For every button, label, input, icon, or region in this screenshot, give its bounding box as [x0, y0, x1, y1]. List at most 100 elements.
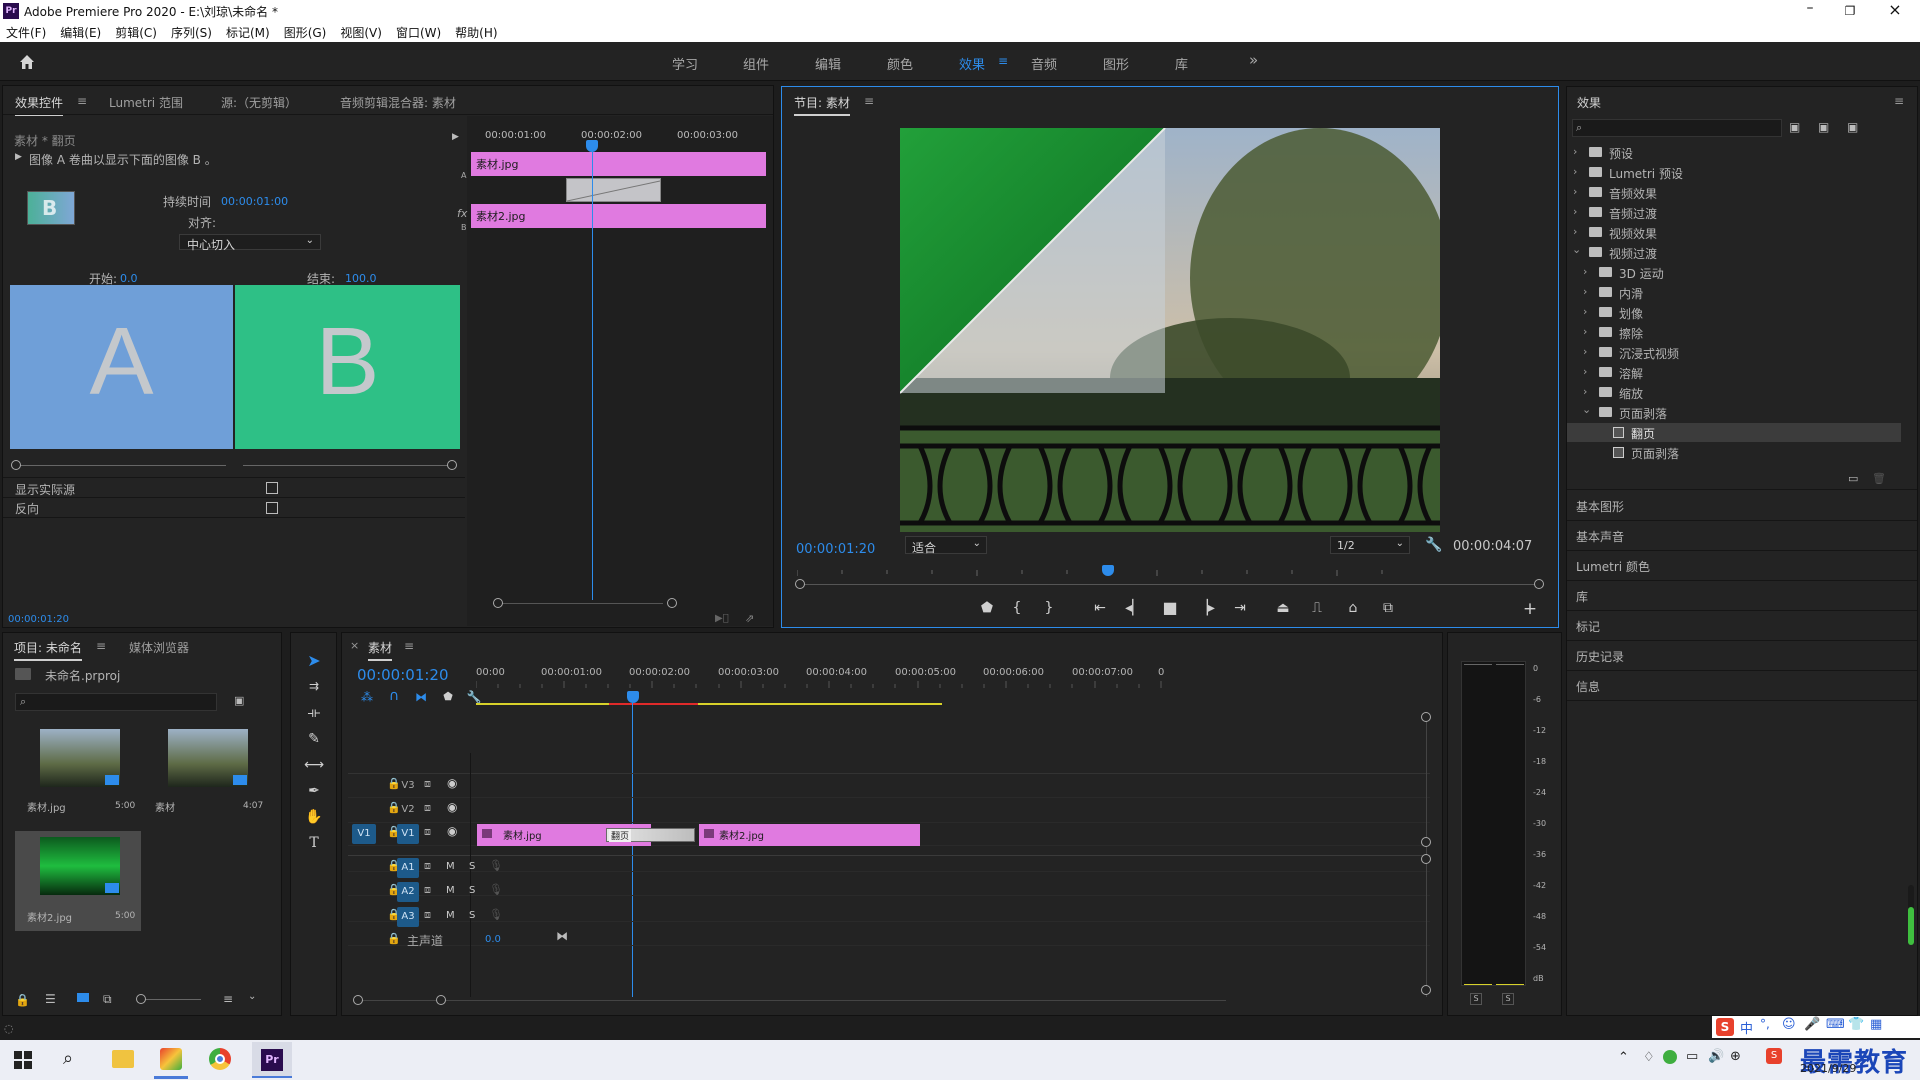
ime-keyboard-icon[interactable]: ⌨	[1826, 1017, 1845, 1032]
section-info[interactable]: 信息	[1576, 678, 1600, 695]
mini-zoom-left-handle[interactable]	[493, 598, 503, 608]
start-slider-handle[interactable]	[11, 460, 21, 470]
linked-selection-icon[interactable]: ⧓	[413, 690, 429, 704]
workspace-tab-learn[interactable]: 学习	[672, 54, 698, 73]
timeline-playhead[interactable]	[627, 691, 639, 703]
vscroll-audio-top-handle[interactable]	[1421, 854, 1431, 864]
add-marker-icon[interactable]: ⬟	[440, 690, 456, 703]
solo-left-button[interactable]: S	[1470, 993, 1482, 1005]
solo-button[interactable]: S	[469, 885, 475, 896]
slip-tool-icon[interactable]: ⟷	[304, 757, 324, 773]
windows-start-icon[interactable]	[14, 1051, 32, 1069]
program-timecode[interactable]: 00:00:01:20	[796, 542, 875, 557]
program-zoom-left-handle[interactable]	[795, 579, 805, 589]
lock-icon[interactable]: 🔒	[387, 932, 401, 945]
delete-icon[interactable]: 🗑	[1872, 472, 1886, 485]
hscroll-left-handle[interactable]	[353, 995, 363, 1005]
eye-icon[interactable]: ◉	[447, 800, 457, 814]
eye-icon[interactable]: ◉	[447, 824, 457, 838]
show-actual-sources-checkbox[interactable]	[266, 482, 278, 494]
share-icon[interactable]: ⇗	[745, 612, 754, 625]
section-lumetri-color[interactable]: Lumetri 颜色	[1576, 558, 1650, 575]
track-a2-label[interactable]: A2	[397, 882, 419, 902]
project-menu-icon[interactable]: ≡	[96, 639, 106, 653]
mark-out-icon[interactable]: }	[1042, 600, 1056, 616]
tray-360-icon[interactable]	[1663, 1050, 1677, 1064]
workspace-menu-icon[interactable]: ≡	[998, 54, 1008, 68]
expand-preview-icon[interactable]: ▶	[15, 152, 22, 162]
tree-item-page-turn[interactable]: 翻页	[1567, 423, 1901, 442]
app-store-icon[interactable]	[160, 1048, 182, 1070]
resolution-select[interactable]: 1/2 ⌄	[1330, 536, 1410, 554]
menu-file[interactable]: 文件(F)	[6, 24, 46, 41]
close-tab-icon[interactable]: ×	[350, 639, 359, 652]
mute-button[interactable]: M	[446, 910, 455, 921]
tab-source[interactable]: 源:（无剪辑）	[221, 94, 297, 111]
sync-lock-icon[interactable]: ⧈	[424, 801, 431, 815]
reverse-checkbox[interactable]	[266, 502, 278, 514]
tray-volume-icon[interactable]: 🔊	[1708, 1049, 1724, 1064]
sort-icon[interactable]: ≡	[223, 992, 233, 1006]
vscroll-audio-bottom-handle[interactable]	[1421, 985, 1431, 995]
master-track-toggle-icon[interactable]: ⧓	[556, 929, 568, 943]
go-to-in-icon[interactable]: ⇤	[1090, 600, 1110, 616]
lift-icon[interactable]: ⏏	[1272, 600, 1294, 616]
section-history[interactable]: 历史记录	[1576, 648, 1624, 665]
pen-tool-icon[interactable]: ✒	[304, 783, 324, 799]
export-frame-icon[interactable]: ▶⃓	[715, 613, 729, 624]
project-search-input[interactable]: ⌕	[15, 693, 217, 711]
mute-button[interactable]: M	[446, 885, 455, 896]
accelerated-effects-icon[interactable]: ▣	[1789, 120, 1800, 134]
tab-project[interactable]: 项目: 未命名	[14, 639, 82, 661]
hand-tool-icon[interactable]: ✋	[304, 809, 324, 825]
sequence-menu-icon[interactable]: ≡	[404, 639, 414, 653]
menu-marker[interactable]: 标记(M)	[226, 24, 270, 41]
tray-bell-icon[interactable]: ♢	[1643, 1050, 1655, 1065]
timeline-clip-2[interactable]: 素材2.jpg	[699, 824, 920, 846]
workspace-tab-color[interactable]: 颜色	[887, 54, 913, 73]
solo-button[interactable]: S	[469, 861, 475, 872]
menu-clip[interactable]: 剪辑(C)	[115, 24, 157, 41]
ime-logo-icon[interactable]: S	[1716, 1018, 1734, 1036]
section-essential-graphics[interactable]: 基本图形	[1576, 498, 1624, 515]
track-a1-label[interactable]: A1	[397, 858, 419, 878]
duration-value[interactable]: 00:00:01:00	[221, 195, 288, 208]
ime-language[interactable]: 中	[1740, 1018, 1753, 1037]
tab-lumetri-scopes[interactable]: Lumetri 范围	[109, 94, 183, 111]
section-essential-sound[interactable]: 基本声音	[1576, 528, 1624, 545]
sync-lock-icon[interactable]: ⧈	[424, 777, 431, 791]
go-to-out-icon[interactable]: ⇥	[1230, 600, 1250, 616]
project-item-1[interactable]: 素材.jpg 5:00	[15, 725, 141, 823]
comparison-view-icon[interactable]: ⧉	[1378, 600, 1398, 616]
nest-toggle-icon[interactable]: ⁂	[359, 690, 375, 704]
align-select[interactable]: 中心切入 ⌄	[179, 234, 321, 252]
effects-search-input[interactable]: ⌕	[1572, 119, 1782, 137]
microphone-icon[interactable]: 🎙	[489, 883, 503, 896]
mini-clip-b[interactable]: 素材2.jpg	[471, 204, 766, 228]
vscroll-video-bottom-handle[interactable]	[1421, 837, 1431, 847]
project-item-2[interactable]: 素材 4:07	[143, 725, 269, 823]
maximize-button[interactable]: ❐	[1835, 0, 1865, 22]
icon-view-icon[interactable]	[77, 993, 89, 1002]
start-value[interactable]: 0.0	[120, 272, 138, 285]
search-icon[interactable]: ⌕	[63, 1048, 73, 1069]
sync-lock-icon[interactable]: ⧈	[424, 883, 431, 897]
step-forward-icon[interactable]: ▕▸	[1196, 600, 1216, 616]
end-slider-handle[interactable]	[447, 460, 457, 470]
type-tool-icon[interactable]: T	[304, 835, 324, 851]
panel-scrollbar-thumb[interactable]	[1908, 907, 1914, 945]
solo-button[interactable]: S	[469, 910, 475, 921]
tray-sogou-icon[interactable]: S	[1766, 1048, 1782, 1064]
mark-in-icon[interactable]: {	[1010, 600, 1024, 616]
project-item-3[interactable]: 素材2.jpg 5:00	[15, 831, 141, 931]
workspace-tab-audio[interactable]: 音频	[1031, 54, 1057, 73]
effect-controls-timecode[interactable]: 00:00:01:20	[8, 614, 69, 625]
thumbnail-size-slider[interactable]	[136, 994, 146, 1004]
close-button[interactable]: ×	[1880, 0, 1910, 22]
program-zoom-right-handle[interactable]	[1534, 579, 1544, 589]
tray-chevron-up-icon[interactable]: ⌃	[1618, 1050, 1629, 1065]
source-patch-v1[interactable]: V1	[352, 824, 376, 844]
more-workspaces-icon[interactable]: »	[1249, 51, 1258, 69]
premiere-taskbar-button[interactable]: Pr	[252, 1042, 292, 1078]
tab-media-browser[interactable]: 媒体浏览器	[129, 639, 189, 656]
